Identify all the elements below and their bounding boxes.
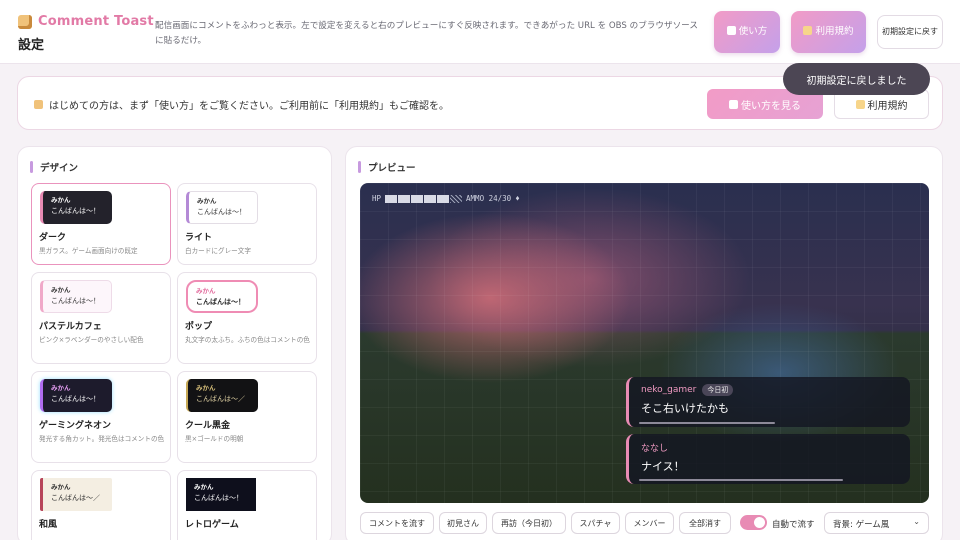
book-icon xyxy=(726,26,736,35)
brand: Comment Toast xyxy=(18,14,154,29)
send-comment-button[interactable]: コメントを流す xyxy=(360,512,434,534)
notice-text: はじめての方は、まず「使い方」をご覧ください。ご利用前に「利用規約」もご確認を。 xyxy=(49,101,449,112)
terms-button[interactable]: 利用規約 xyxy=(791,11,866,53)
hp-label: HP xyxy=(372,194,382,203)
chevron-down-icon: ⌄ xyxy=(913,517,920,526)
design-card-pop[interactable]: みかん こんばんは〜！ ポップ 丸文字の太ふち。ふちの色はコメントの色 xyxy=(177,272,317,364)
comment-timer-bar xyxy=(639,479,843,481)
design-card-retro-game[interactable]: みかん こんばんは〜！ レトロゲーム xyxy=(177,470,317,540)
design-title: デザイン xyxy=(40,163,79,174)
design-card-dark[interactable]: みかん こんばんは〜！ ダーク 黒ガラス。ゲーム画面向けの既定 xyxy=(31,183,171,265)
app-header: Comment Toast 設定 配信画面にコメントをふわっと表示。左で設定を変… xyxy=(0,0,960,64)
scroll-icon xyxy=(803,26,813,35)
comment-text: そこ右いけたかも xyxy=(641,402,729,415)
box-icon xyxy=(34,100,43,109)
member-button[interactable]: メンバー xyxy=(625,512,674,534)
box-icon xyxy=(18,14,32,29)
app-description: 配信画面にコメントをふわっと表示。左で設定を変えると右のプレビューにすぐ反映され… xyxy=(155,21,698,46)
design-card-light[interactable]: みかん こんばんは〜！ ライト 白カードにグレー文字 xyxy=(177,183,317,265)
toast-message: 初期設定に戻しました xyxy=(783,63,930,95)
page-title: 設定 xyxy=(18,38,45,53)
reset-button[interactable]: 初期設定に戻す xyxy=(877,15,943,49)
auto-flow-toggle[interactable] xyxy=(740,515,767,530)
auto-flow-label: 自動で流す xyxy=(772,520,815,530)
revisit-button[interactable]: 再訪（今日初） xyxy=(492,512,566,534)
ammo-readout: AMMO 24/30 xyxy=(466,194,512,203)
first-today-badge: 今日初 xyxy=(702,384,734,396)
background-select[interactable]: 背景: ゲーム風 ⌄ xyxy=(824,512,929,534)
superchat-button[interactable]: スパチャ xyxy=(571,512,620,534)
preview-title: プレビュー xyxy=(368,163,416,174)
design-panel: デザイン みかん こんばんは〜！ ダーク 黒ガラス。ゲーム画面向けの既定 みかんこ… xyxy=(17,146,332,540)
ammo-icon: ♦ xyxy=(515,194,520,203)
comment-user: neko_gamer xyxy=(641,385,697,395)
section-marker xyxy=(30,161,33,173)
howto-button[interactable]: 使い方 xyxy=(714,11,780,53)
design-card-pastel-cafe[interactable]: みかん こんばんは〜！ パステルカフェ ピンク×ラベンダーのやさしい配色 xyxy=(31,272,171,364)
comment-text: ナイス！ xyxy=(641,460,685,473)
app-name: Comment Toast xyxy=(38,14,154,29)
comment-toast: neko_gamer 今日初 そこ右いけたかも xyxy=(626,377,910,427)
hp-bar xyxy=(385,194,463,203)
game-hud: HP AMMO 24/30 ♦ xyxy=(372,194,520,203)
comment-timer-bar xyxy=(639,422,775,424)
section-marker xyxy=(358,161,361,173)
first-timer-button[interactable]: 初見さん xyxy=(439,512,487,534)
comment-user: ななし xyxy=(641,444,669,454)
design-card-japanese[interactable]: みかん こんばんは〜／ 和風 xyxy=(31,470,171,540)
preview-stage: HP AMMO 24/30 ♦ neko_gamer 今日初 そこ右いけたかも な… xyxy=(360,183,929,503)
clear-all-button[interactable]: 全部消す xyxy=(679,512,731,534)
comment-toast: ななし ナイス！ xyxy=(626,434,910,484)
book-icon xyxy=(729,99,738,109)
scroll-icon xyxy=(855,99,865,109)
design-card-gaming-neon[interactable]: みかん こんばんは〜！ ゲーミングネオン 発光する角カット。発光色はコメントの色 xyxy=(31,371,171,463)
design-card-cool-black-gold[interactable]: みかん こんばんは〜／ クール黒金 黒×ゴールドの明朝 xyxy=(177,371,317,463)
